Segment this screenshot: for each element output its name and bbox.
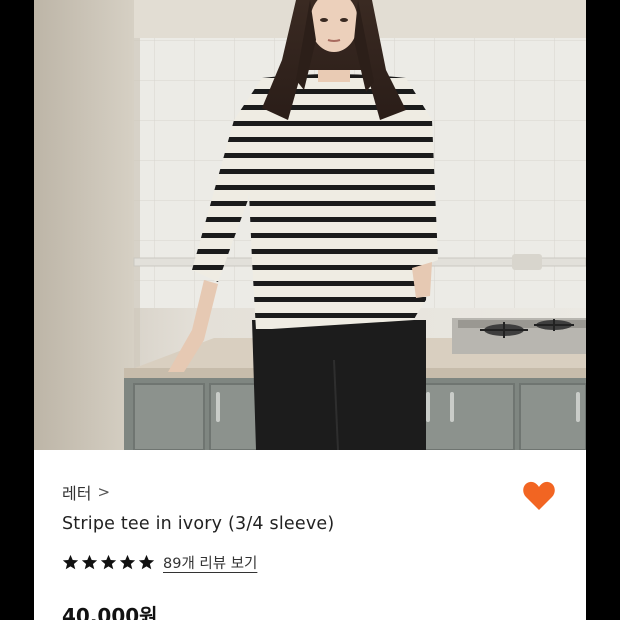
product-page: 레터 > Stripe tee in ivory (3/4 sleeve) 89… xyxy=(34,0,586,620)
product-info: 레터 > Stripe tee in ivory (3/4 sleeve) 89… xyxy=(34,450,586,620)
star-icon xyxy=(62,554,79,570)
product-photo xyxy=(34,0,586,450)
reviews-link[interactable]: 89개 리뷰 보기 xyxy=(163,552,257,573)
chevron-right-icon: > xyxy=(97,483,111,501)
rating-row: 89개 리뷰 보기 xyxy=(62,552,257,573)
wishlist-button[interactable] xyxy=(522,480,556,512)
brand-name: 레터 xyxy=(62,484,92,503)
product-price: 40,000원 xyxy=(62,604,158,620)
rating-stars xyxy=(62,554,155,571)
star-icon xyxy=(100,554,117,570)
product-title: Stripe tee in ivory (3/4 sleeve) xyxy=(62,514,335,534)
heart-icon xyxy=(523,481,555,510)
brand-link[interactable]: 레터 > xyxy=(62,480,110,504)
star-icon xyxy=(138,554,155,570)
star-icon xyxy=(81,554,98,570)
product-image xyxy=(34,0,586,450)
star-icon xyxy=(119,554,136,570)
